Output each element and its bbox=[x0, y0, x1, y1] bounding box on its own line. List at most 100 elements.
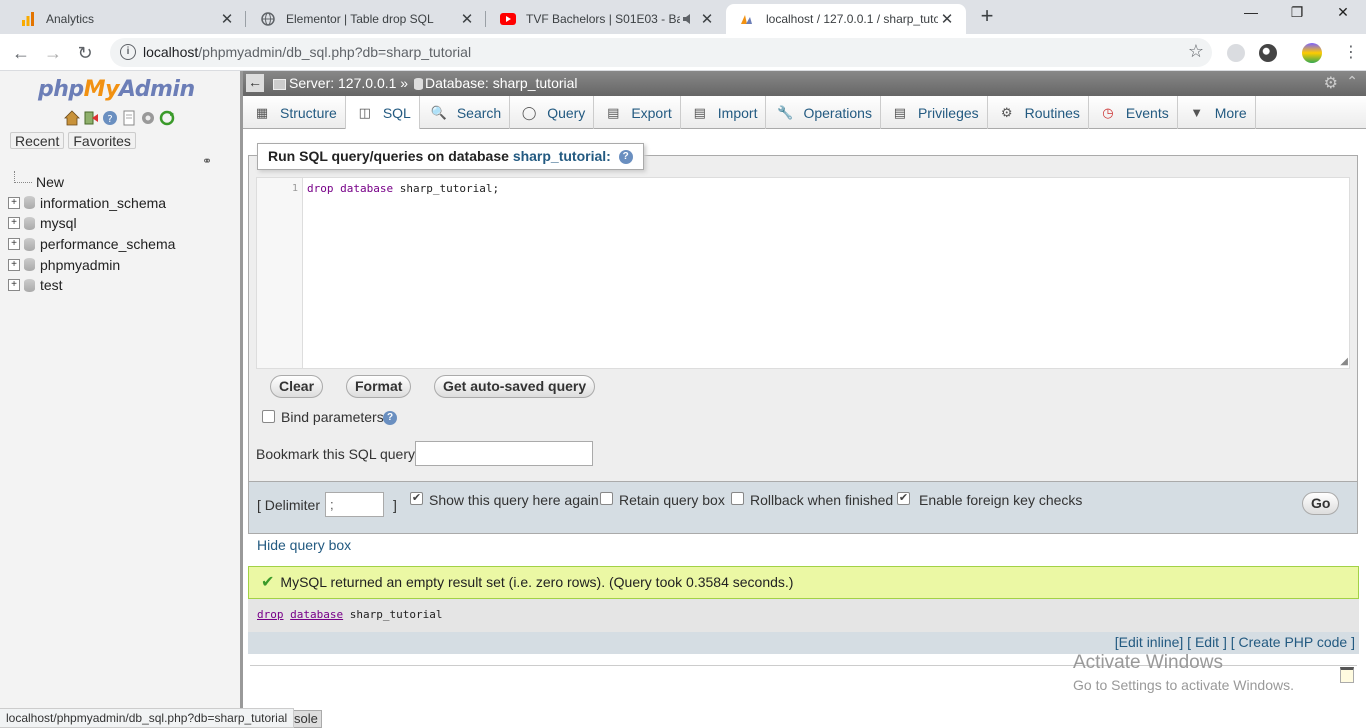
help-icon[interactable]: ? bbox=[102, 110, 118, 126]
home-icon[interactable] bbox=[64, 110, 80, 126]
tab-operations[interactable]: 🔧 Operations bbox=[766, 96, 881, 129]
gear-icon[interactable] bbox=[140, 110, 156, 126]
expand-plus-icon[interactable]: + bbox=[8, 258, 20, 271]
sql-keyword-link[interactable]: database bbox=[290, 608, 343, 621]
new-database-label[interactable]: New bbox=[36, 174, 64, 190]
tab-routines[interactable]: ⚙ Routines bbox=[988, 96, 1089, 129]
close-window-icon[interactable]: ✕ bbox=[1320, 4, 1366, 26]
tab-privileges[interactable]: ▤ Privileges bbox=[881, 96, 988, 129]
recent-button[interactable]: Recent bbox=[10, 132, 65, 149]
tree-item-database[interactable]: + performance_schema bbox=[8, 234, 175, 255]
server-breadcrumb-bar: ← Server: 127.0.0.1 » Database: sharp_tu… bbox=[243, 71, 1366, 96]
expand-plus-icon[interactable]: + bbox=[8, 279, 20, 292]
notepad-icon[interactable] bbox=[1340, 667, 1354, 683]
database-name[interactable]: phpmyadmin bbox=[40, 257, 120, 273]
extension-k-icon[interactable] bbox=[1227, 44, 1245, 62]
browser-tab-phpmyadmin[interactable]: localhost / 127.0.0.1 / sharp_tuto ✕ bbox=[726, 4, 966, 34]
tab-sql[interactable]: ◫ SQL bbox=[345, 96, 420, 129]
tree-item-database[interactable]: + information_schema bbox=[8, 193, 175, 214]
collapse-caret-icon[interactable]: ⌃ bbox=[1346, 73, 1358, 90]
address-bar[interactable]: i localhost/phpmyadmin/db_sql.php?db=sha… bbox=[110, 38, 1212, 67]
sql-code[interactable]: drop database sharp_tutorial; bbox=[307, 182, 499, 195]
go-button[interactable]: Go bbox=[1302, 492, 1340, 515]
tab-structure[interactable]: ▦ Structure bbox=[243, 96, 346, 129]
phpmyadmin-logo[interactable]: phpMyAdmin bbox=[38, 77, 195, 102]
close-tab-icon[interactable]: ✕ bbox=[218, 10, 236, 28]
clear-button[interactable]: Clear bbox=[270, 375, 324, 398]
logout-icon[interactable] bbox=[83, 110, 99, 126]
tab-events[interactable]: ◷ Events bbox=[1089, 96, 1178, 129]
tab-search[interactable]: 🔍 Search bbox=[420, 96, 511, 129]
bind-parameters-checkbox[interactable] bbox=[262, 410, 275, 423]
tab-more[interactable]: ▼ More bbox=[1178, 96, 1256, 129]
hide-query-box-link[interactable]: Hide query box bbox=[257, 537, 351, 553]
tree-item-database[interactable]: + phpmyadmin bbox=[8, 254, 175, 275]
help-icon[interactable]: ? bbox=[618, 150, 633, 165]
kebab-menu-icon[interactable]: ⋮ bbox=[1343, 42, 1359, 62]
foreign-key-checks-checkbox[interactable]: ✔ bbox=[897, 492, 910, 505]
forward-arrow-icon[interactable]: → bbox=[40, 40, 66, 66]
favorites-button[interactable]: Favorites bbox=[68, 132, 136, 149]
close-tab-icon[interactable]: ✕ bbox=[698, 10, 716, 28]
back-arrow-icon[interactable]: ← bbox=[8, 40, 34, 66]
database-name[interactable]: information_schema bbox=[40, 195, 166, 211]
restore-window-icon[interactable]: ❐ bbox=[1274, 4, 1320, 26]
browser-tab-elementor[interactable]: Elementor | Table drop SQL ✕ bbox=[246, 4, 486, 34]
rollback-checkbox[interactable] bbox=[731, 492, 744, 505]
site-info-icon[interactable]: i bbox=[120, 44, 136, 60]
edit-inline-link[interactable]: [Edit inline] bbox=[1115, 634, 1183, 650]
create-php-code-link[interactable]: [ Create PHP code ] bbox=[1231, 634, 1355, 650]
delimiter-input[interactable] bbox=[325, 492, 384, 517]
close-tab-icon[interactable]: ✕ bbox=[938, 10, 956, 28]
close-tab-icon[interactable]: ✕ bbox=[458, 10, 476, 28]
expand-plus-icon[interactable]: + bbox=[8, 238, 20, 251]
expand-plus-icon[interactable]: + bbox=[8, 217, 20, 230]
resize-grip-icon[interactable]: ◢ bbox=[1340, 356, 1348, 367]
tree-item-new[interactable]: New bbox=[8, 171, 175, 193]
show-query-again-checkbox[interactable]: ✔ bbox=[410, 492, 423, 505]
tree-item-database[interactable]: + mysql bbox=[8, 213, 175, 234]
browser-tab-youtube[interactable]: TVF Bachelors | S01E03 - Bac ✕ bbox=[486, 4, 726, 34]
delimiter-label: [ Delimiter bbox=[257, 497, 321, 513]
database-name[interactable]: performance_schema bbox=[40, 236, 175, 252]
chevron-down-icon: ▼ bbox=[1190, 105, 1204, 120]
reload-icon[interactable]: ↻ bbox=[72, 40, 98, 66]
address-url[interactable]: localhost/phpmyadmin/db_sql.php?db=sharp… bbox=[143, 44, 471, 60]
browser-tab-analytics[interactable]: Analytics ✕ bbox=[6, 4, 246, 34]
extension-circle-icon[interactable] bbox=[1259, 44, 1277, 62]
database-name[interactable]: test bbox=[40, 277, 63, 293]
bind-parameters-label[interactable]: Bind parameters bbox=[281, 409, 384, 425]
breadcrumb-server[interactable]: Server: 127.0.0.1 bbox=[289, 75, 396, 91]
speaker-icon[interactable] bbox=[680, 11, 696, 27]
database-name[interactable]: mysql bbox=[40, 215, 77, 231]
expand-plus-icon[interactable]: + bbox=[8, 196, 20, 209]
link-chain-icon[interactable]: ⚭ bbox=[202, 154, 212, 168]
bookmark-input[interactable] bbox=[415, 441, 593, 466]
edit-link[interactable]: [ Edit ] bbox=[1187, 634, 1227, 650]
retain-query-box-checkbox[interactable] bbox=[600, 492, 613, 505]
privileges-icon: ▤ bbox=[893, 104, 907, 120]
sql-editor[interactable]: 1 drop database sharp_tutorial; ◢ bbox=[256, 177, 1350, 369]
settings-gear-icon[interactable]: ⚙ bbox=[1324, 73, 1338, 93]
format-button[interactable]: Format bbox=[346, 375, 412, 398]
profile-avatar[interactable] bbox=[1302, 43, 1322, 63]
breadcrumb-database[interactable]: Database: sharp_tutorial bbox=[425, 75, 578, 91]
tree-item-database[interactable]: + test bbox=[8, 275, 175, 296]
get-auto-saved-query-button[interactable]: Get auto-saved query bbox=[434, 375, 596, 398]
help-icon[interactable]: ? bbox=[383, 411, 397, 425]
docs-icon[interactable] bbox=[121, 110, 137, 126]
tab-export[interactable]: ▤ Export bbox=[594, 96, 681, 129]
new-tab-button[interactable]: + bbox=[976, 5, 998, 29]
minimize-window-icon[interactable]: — bbox=[1228, 4, 1274, 26]
show-query-again-label[interactable]: Show this query here again bbox=[429, 492, 599, 508]
tab-import[interactable]: ▤ Import bbox=[681, 96, 767, 129]
foreign-key-checks-label[interactable]: Enable foreign key checks bbox=[919, 492, 1082, 508]
bookmark-star-icon[interactable]: ☆ bbox=[1188, 41, 1204, 62]
tab-query[interactable]: ◯ Query bbox=[510, 96, 595, 129]
rollback-label[interactable]: Rollback when finished bbox=[750, 492, 893, 508]
sql-keyword-link[interactable]: drop bbox=[257, 608, 284, 621]
refresh-icon[interactable] bbox=[159, 110, 175, 126]
collapse-navigation-arrow-icon[interactable]: ← bbox=[246, 74, 264, 92]
navigation-resizer[interactable] bbox=[240, 71, 243, 728]
retain-query-box-label[interactable]: Retain query box bbox=[619, 492, 725, 508]
